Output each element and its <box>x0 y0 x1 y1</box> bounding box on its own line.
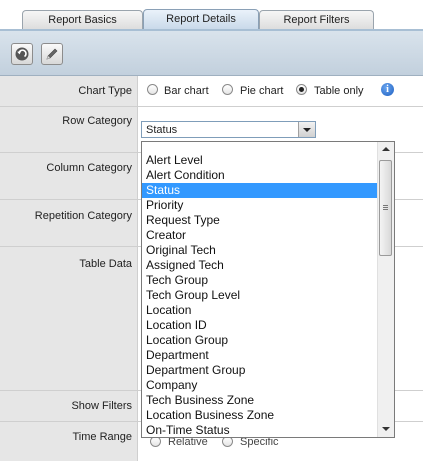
dropdown-option[interactable]: Request Type <box>142 213 378 228</box>
scroll-down-icon[interactable] <box>378 421 394 437</box>
edit-button[interactable] <box>41 43 63 65</box>
pie-chart-label: Pie chart <box>240 85 284 97</box>
dropdown-option[interactable]: Location Business Zone <box>142 408 378 423</box>
dropdown-option[interactable]: Company <box>142 378 378 393</box>
row-category-value: Status <box>146 124 178 136</box>
info-icon[interactable]: i <box>381 83 394 96</box>
back-button[interactable] <box>11 43 33 65</box>
chevron-down-icon[interactable] <box>298 122 315 137</box>
dropdown-option[interactable]: Location Group <box>142 333 378 348</box>
dropdown-scrollbar[interactable] <box>377 142 394 437</box>
tab-report-filters[interactable]: Report Filters <box>259 10 374 30</box>
pencil-icon <box>46 48 58 60</box>
dropdown-option[interactable]: Tech Group <box>142 273 378 288</box>
dropdown-option[interactable]: Department <box>142 348 378 363</box>
dropdown-option[interactable]: Alert Condition <box>142 168 378 183</box>
tab-bar: Report Basics Report Details Report Filt… <box>0 0 423 31</box>
tab-report-basics[interactable]: Report Basics <box>22 10 143 30</box>
dropdown-option[interactable]: Location ID <box>142 318 378 333</box>
dropdown-option[interactable]: Tech Business Zone <box>142 393 378 408</box>
dropdown-option[interactable]: Department Group <box>142 363 378 378</box>
time-range-label: Time Range <box>72 431 132 443</box>
scroll-up-icon[interactable] <box>378 142 394 158</box>
dropdown-option[interactable]: Original Tech <box>142 243 378 258</box>
dropdown-option[interactable]: Tech Group Level <box>142 288 378 303</box>
table-only-label: Table only <box>314 85 364 97</box>
dropdown-option[interactable]: Location <box>142 303 378 318</box>
table-only-radio[interactable] <box>296 84 307 95</box>
scrollbar-thumb[interactable] <box>379 160 392 256</box>
dropdown-option[interactable]: On-Time Status <box>142 423 378 437</box>
bar-chart-radio[interactable] <box>147 84 158 95</box>
row-category-dropdown-list[interactable]: Alert Level Alert Condition Status Prior… <box>141 141 395 438</box>
show-filters-label: Show Filters <box>71 400 132 412</box>
bar-chart-label: Bar chart <box>164 85 209 97</box>
dropdown-option[interactable]: Alert Level <box>142 153 378 168</box>
pie-chart-radio[interactable] <box>222 84 233 95</box>
repetition-category-label: Repetition Category <box>34 210 132 222</box>
dropdown-option-selected[interactable]: Status <box>142 183 378 198</box>
dropdown-option[interactable]: Priority <box>142 198 378 213</box>
row-category-select[interactable]: Status <box>141 121 316 138</box>
table-data-label: Table Data <box>79 258 132 270</box>
grip-icon <box>383 205 388 206</box>
toolbar <box>0 31 423 76</box>
back-arrow-icon <box>15 47 29 61</box>
column-category-label: Column Category <box>46 162 132 174</box>
chart-type-label: Chart Type <box>78 85 132 97</box>
chart-type-row: Chart Type Bar chart Pie chart Table onl… <box>0 76 423 107</box>
dropdown-option[interactable]: Assigned Tech <box>142 258 378 273</box>
tab-report-details[interactable]: Report Details <box>143 9 259 31</box>
dropdown-option[interactable]: Creator <box>142 228 378 243</box>
row-category-label: Row Category <box>62 115 132 127</box>
